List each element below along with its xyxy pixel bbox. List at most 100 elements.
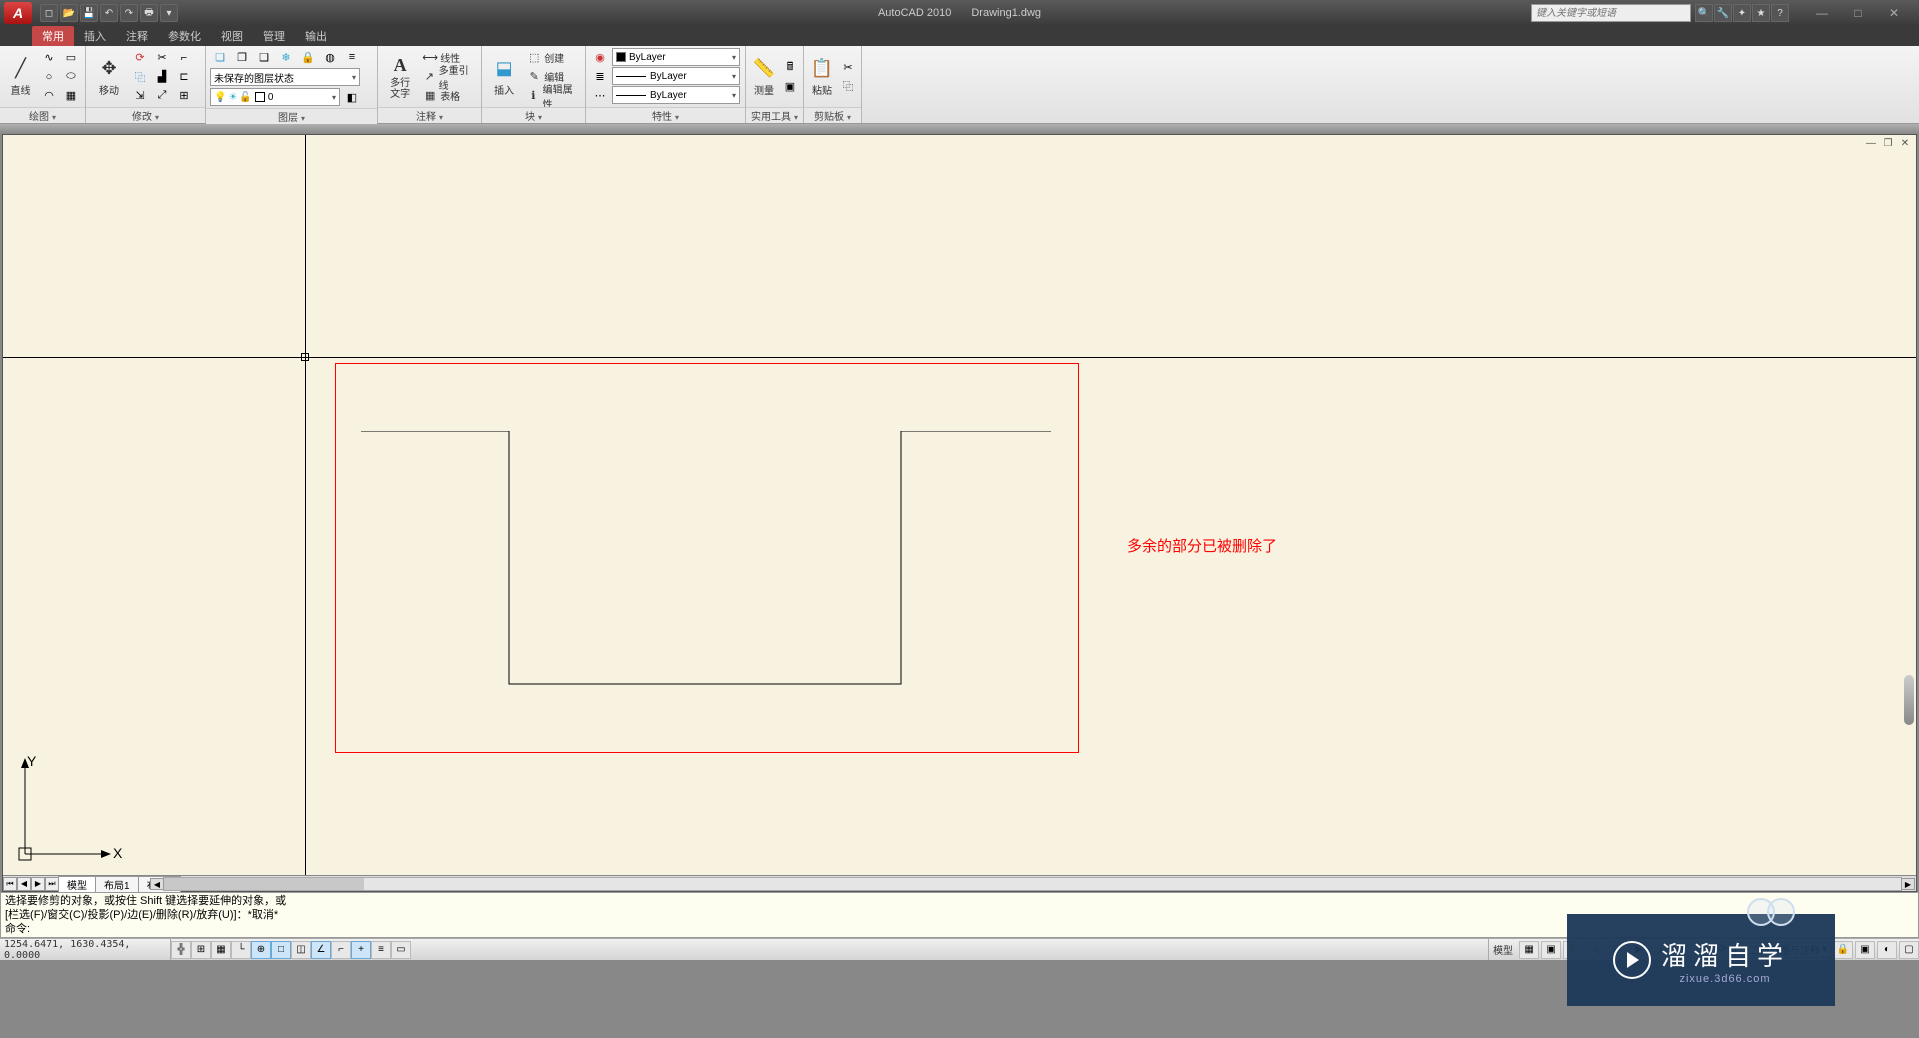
horizontal-scrollbar[interactable]: ◀ ▶ (163, 877, 1902, 891)
mode-snap[interactable]: ⊞ (191, 941, 211, 959)
layer-prev-icon[interactable]: ◧ (342, 88, 362, 106)
offset-icon[interactable]: ⊏ (174, 68, 194, 86)
copy-clip-icon[interactable]: ⿻ (838, 77, 858, 95)
layout-tab-1[interactable]: 布局1 (95, 876, 139, 892)
move-button[interactable]: ✥ 移动 (90, 48, 128, 105)
match-props-icon[interactable]: ◉ (590, 48, 610, 66)
close-button[interactable]: ✕ (1885, 6, 1903, 20)
edit-attr-button[interactable]: ℹ编辑属性 (524, 87, 581, 105)
mode-otrack[interactable]: ∠ (311, 941, 331, 959)
ellipse-icon[interactable]: ⬭ (61, 68, 81, 86)
tab-view[interactable]: 视图 (211, 26, 253, 46)
ltype-combo[interactable]: ByLayer (612, 86, 740, 104)
panel-utilities-label[interactable]: 实用工具 (746, 107, 803, 123)
qat-more-icon[interactable]: ▾ (160, 4, 178, 22)
mode-infer[interactable]: ╬ (171, 941, 191, 959)
layer-combo[interactable]: 💡 ☀ 🔓 0 (210, 88, 340, 106)
panel-draw-label[interactable]: 绘图 (0, 107, 85, 123)
help-icon[interactable]: ? (1771, 4, 1789, 22)
subscription-icon[interactable]: 🔧 (1714, 4, 1732, 22)
mirror-icon[interactable]: ▟ (152, 68, 172, 86)
tab-manage[interactable]: 管理 (253, 26, 295, 46)
mode-3dosnap[interactable]: ◫ (291, 941, 311, 959)
layer-lock-icon[interactable]: 🔒 (298, 48, 318, 66)
panel-properties-label[interactable]: 特性 (586, 107, 745, 123)
nav-bar[interactable] (1904, 675, 1914, 725)
clean-screen-icon[interactable]: ▢ (1899, 941, 1919, 959)
mleader-button[interactable]: ↗多重引线 (420, 68, 477, 86)
tab-insert[interactable]: 插入 (74, 26, 116, 46)
ltype-icon[interactable]: ⋯ (590, 86, 610, 104)
layer-props-icon[interactable]: ❏ (210, 48, 230, 66)
hw-accel-icon[interactable]: ▣ (1855, 941, 1875, 959)
panel-layers-label[interactable]: 图层 (206, 108, 377, 124)
cut-icon[interactable]: ✂ (838, 58, 858, 76)
qat-redo-icon[interactable]: ↷ (120, 4, 138, 22)
layer-match-icon[interactable]: ≡ (342, 48, 362, 66)
line-button[interactable]: ╱ 直线 (4, 48, 37, 105)
qat-undo-icon[interactable]: ↶ (100, 4, 118, 22)
arc-icon[interactable]: ◠ (39, 87, 59, 105)
layer-iso-icon[interactable]: ❑ (254, 48, 274, 66)
tab-last-icon[interactable]: ⏭ (45, 877, 59, 891)
layout-tab-model[interactable]: 模型 (58, 876, 96, 892)
stretch-icon[interactable]: ⇲ (130, 87, 150, 105)
tab-first-icon[interactable]: ⏮ (3, 877, 17, 891)
minimize-button[interactable]: — (1813, 6, 1831, 20)
lweight-icon[interactable]: ≣ (590, 67, 610, 85)
mode-osnap[interactable]: □ (271, 941, 291, 959)
quickview-drawings-icon[interactable]: ▣ (1541, 941, 1561, 959)
quickview-layouts-icon[interactable]: ▦ (1519, 941, 1539, 959)
qat-print-icon[interactable]: 🖶 (140, 4, 158, 22)
tab-annotate[interactable]: 注释 (116, 26, 158, 46)
lweight-combo[interactable]: ByLayer (612, 67, 740, 85)
hatch-icon[interactable]: ▦ (61, 87, 81, 105)
layer-state-combo[interactable]: 未保存的图层状态 (210, 68, 360, 86)
tab-output[interactable]: 输出 (295, 26, 337, 46)
doc-close-button[interactable]: ✕ (1898, 137, 1912, 149)
search-icon[interactable]: 🔍 (1695, 4, 1713, 22)
space-label[interactable]: 模型 (1488, 939, 1517, 960)
trim-icon[interactable]: ✂ (152, 49, 172, 67)
table-button[interactable]: ▦表格 (420, 87, 477, 105)
drawing-area[interactable]: — ❐ ✕ 多余的部分已被删除了 Y X ⏮ ◀ ▶ ⏭ 模型 (2, 134, 1917, 892)
tab-home[interactable]: 常用 (32, 26, 74, 46)
search-input[interactable] (1531, 4, 1691, 22)
tab-next-icon[interactable]: ▶ (31, 877, 45, 891)
paste-button[interactable]: 📋 粘贴 (808, 48, 836, 105)
rect-icon[interactable]: ▭ (61, 49, 81, 67)
measure-button[interactable]: 📏 测量 (750, 48, 778, 105)
scroll-left-icon[interactable]: ◀ (150, 878, 164, 890)
copy-icon[interactable]: ⿻ (130, 68, 150, 86)
calc-icon[interactable]: 🖩 (780, 58, 800, 76)
maximize-button[interactable]: □ (1849, 6, 1867, 20)
qat-save-icon[interactable]: 💾 (80, 4, 98, 22)
select-icon[interactable]: ▣ (780, 77, 800, 95)
qat-open-icon[interactable]: 📂 (60, 4, 78, 22)
favorites-icon[interactable]: ★ (1752, 4, 1770, 22)
mode-grid[interactable]: ▦ (211, 941, 231, 959)
coordinates[interactable]: 1254.6471, 1630.4354, 0.0000 (0, 939, 170, 961)
mode-polar[interactable]: ⊕ (251, 941, 271, 959)
array-icon[interactable]: ⊞ (174, 87, 194, 105)
mtext-button[interactable]: A 多行 文字 (382, 48, 418, 105)
color-combo[interactable]: ByLayer (612, 48, 740, 66)
tab-parametric[interactable]: 参数化 (158, 26, 211, 46)
scale-icon[interactable]: ⤢ (152, 87, 172, 105)
scroll-thumb[interactable] (164, 878, 364, 890)
app-logo[interactable]: A (4, 2, 32, 24)
ws-lock-icon[interactable]: 🔒 (1833, 941, 1853, 959)
qat-new-icon[interactable]: ◻ (40, 4, 58, 22)
layer-state-icon[interactable]: ❐ (232, 48, 252, 66)
tab-prev-icon[interactable]: ◀ (17, 877, 31, 891)
mode-ducs[interactable]: ⌐ (331, 941, 351, 959)
doc-restore-button[interactable]: ❐ (1881, 137, 1895, 149)
mode-qp[interactable]: ▭ (391, 941, 411, 959)
create-block-button[interactable]: ⬚创建 (524, 49, 581, 67)
mode-dyn[interactable]: + (351, 941, 371, 959)
insert-button[interactable]: ⬓ 插入 (486, 48, 522, 105)
doc-minimize-button[interactable]: — (1864, 137, 1878, 149)
comm-icon[interactable]: ✦ (1733, 4, 1751, 22)
rotate-icon[interactable]: ⟳ (130, 49, 150, 67)
panel-block-label[interactable]: 块 (482, 107, 585, 123)
